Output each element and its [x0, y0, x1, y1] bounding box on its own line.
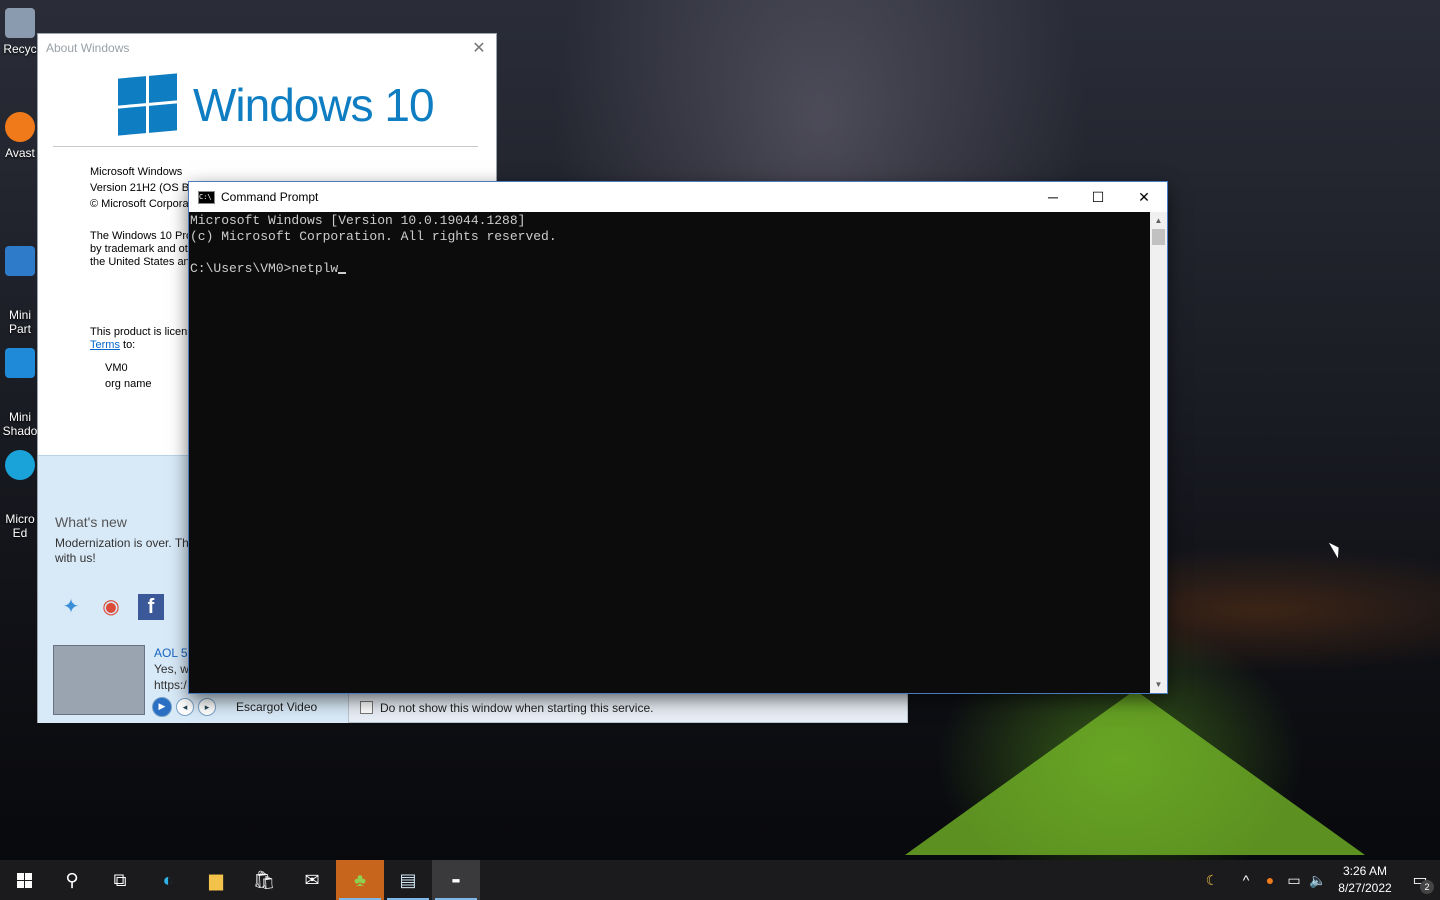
licensed-org: org name [105, 378, 152, 390]
media-label: Escargot Video [236, 700, 318, 714]
volume-icon[interactable]: 🔈 [1306, 872, 1330, 889]
start-button[interactable] [0, 860, 48, 900]
avast-icon [5, 112, 35, 142]
licensed-user: VM0 [105, 362, 128, 374]
dont-show-label: Do not show this window when starting th… [380, 700, 654, 715]
licensee: VM0 org name [105, 360, 151, 392]
previous-icon[interactable]: ◂ [176, 698, 194, 716]
version-text: Version 21H2 (OS Bu [90, 182, 196, 194]
window-icon: ▤ [399, 869, 417, 890]
search-button[interactable]: ⚲ [48, 860, 96, 900]
search-icon: ⚲ [65, 869, 79, 890]
taskbar-command-prompt[interactable]: ▬ [432, 860, 480, 900]
divider [53, 146, 478, 147]
trademark-info: The Windows 10 Pro by trademark and ot t… [90, 230, 192, 269]
date: 8/27/2022 [1338, 881, 1392, 895]
vertical-scrollbar[interactable]: ▲ ▼ [1150, 212, 1167, 693]
console-line: (c) Microsoft Corporation. All rights re… [190, 229, 557, 244]
windows-flag-icon [118, 73, 177, 136]
notification-count: 2 [1420, 880, 1434, 894]
console-prompt: C:\Users\VM0>netplw [190, 261, 339, 276]
dont-show-checkbox[interactable] [360, 701, 373, 714]
desktop-icon-label: Recyc [3, 42, 37, 56]
version-info: Microsoft Windows Version 21H2 (OS Bu © … [90, 164, 195, 212]
desktop-icon-label: Avast [5, 146, 35, 160]
taskbar-escargot[interactable]: ♣ [336, 860, 384, 900]
minitool-partition-icon [5, 246, 35, 276]
taskbar: ⚲ ⧉ ◐ ▆ 🛍 ✉ ♣ ▤ ▬ ☾ ^ ● ▭ 🔈 3:26 AM 8/27… [0, 860, 1440, 900]
dont-show-bar: Do not show this window when starting th… [348, 692, 908, 723]
maximize-icon[interactable]: ☐ [1075, 182, 1121, 212]
mail-icon: ✉ [304, 869, 320, 890]
cmd-icon: ▬ [452, 873, 460, 887]
close-icon[interactable]: ✕ [1121, 182, 1167, 212]
edge-icon [5, 450, 35, 480]
windows-logo: Windows 10 [118, 73, 435, 136]
taskbar-store[interactable]: 🛍 [240, 860, 288, 900]
video-thumbnail[interactable] [53, 645, 145, 715]
taskbar-edge[interactable]: ◐ [144, 860, 192, 900]
scroll-down-icon[interactable]: ▼ [1150, 676, 1167, 693]
console-line: Microsoft Windows [Version 10.0.19044.12… [190, 213, 526, 228]
whats-new-heading: What's new [55, 514, 127, 530]
text-cursor [338, 272, 347, 274]
facebook-icon[interactable]: f [138, 594, 164, 620]
console-output[interactable]: Microsoft Windows [Version 10.0.19044.12… [189, 212, 1149, 693]
trademark-line: by trademark and ot [90, 243, 188, 255]
desktop-icon-label: Micro Ed [5, 512, 35, 540]
task-view-icon: ⧉ [113, 869, 127, 890]
play-icon[interactable]: ▶ [152, 697, 172, 717]
license-info: This product is licens Terms to: [90, 326, 193, 352]
scroll-thumb[interactable] [1152, 229, 1165, 245]
store-icon: 🛍 [252, 869, 276, 890]
tent-wallpaper [905, 690, 1365, 855]
license-to-text: to: [119, 339, 136, 351]
network-icon[interactable]: ▭ [1282, 872, 1306, 889]
taskbar-file-explorer[interactable]: ▆ [192, 860, 240, 900]
system-tray: ☾ ^ ● ▭ 🔈 3:26 AM 8/27/2022 ▭ 2 [1200, 860, 1440, 900]
cmd-title: Command Prompt [221, 190, 319, 204]
next-icon[interactable]: ▸ [198, 698, 216, 716]
edge-icon: ◐ [162, 869, 174, 890]
trademark-line: The Windows 10 Pro [90, 230, 193, 242]
terms-link[interactable]: Terms [90, 339, 120, 351]
action-center-button[interactable]: ▭ 2 [1400, 870, 1440, 894]
close-icon[interactable]: ✕ [468, 38, 490, 60]
license-line: This product is licens [90, 326, 193, 338]
chevron-up-icon[interactable]: ^ [1234, 872, 1258, 888]
desktop-icon-recycle-bin[interactable]: Recyc [0, 8, 40, 56]
avast-tray-icon[interactable]: ● [1258, 872, 1282, 888]
app-icons-row: ✦ ◉ f [58, 594, 164, 620]
desktop-icon-avast[interactable]: Avast [0, 112, 40, 160]
cmd-titlebar[interactable]: C:\ Command Prompt ─ ☐ ✕ [189, 182, 1167, 212]
scroll-up-icon[interactable]: ▲ [1150, 212, 1167, 229]
trademark-line: the United States an [90, 256, 190, 268]
desktop-icon-edge[interactable]: Micro Ed [0, 422, 40, 568]
folder-icon: ▆ [209, 869, 223, 890]
about-title: About Windows [46, 41, 130, 55]
minitool-shadowmaker-icon [5, 348, 35, 378]
clock[interactable]: 3:26 AM 8/27/2022 [1330, 863, 1400, 897]
task-view-button[interactable]: ⧉ [96, 860, 144, 900]
msn-butterfly-icon[interactable]: ✦ [58, 594, 84, 620]
moon-icon[interactable]: ☾ [1200, 872, 1224, 889]
cmd-icon: C:\ [198, 190, 215, 204]
taskbar-about-windows[interactable]: ▤ [384, 860, 432, 900]
time: 3:26 AM [1342, 864, 1388, 878]
windows-start-icon [16, 872, 32, 888]
windows-brand-text: Windows 10 [193, 78, 435, 131]
minimize-icon[interactable]: ─ [1030, 182, 1076, 212]
whats-new-text: Modernization is over. Th with us! [55, 536, 189, 565]
command-prompt-window: C:\ Command Prompt ─ ☐ ✕ Microsoft Windo… [189, 182, 1167, 693]
product-name: Microsoft Windows [90, 166, 183, 178]
about-titlebar: About Windows ✕ [38, 34, 496, 62]
aol-link[interactable]: AOL 5. [154, 646, 191, 660]
escargot-icon: ♣ [354, 869, 366, 890]
recycle-bin-icon [5, 8, 35, 38]
taskbar-mail[interactable]: ✉ [288, 860, 336, 900]
media-controls: ▶ ◂ ▸ Escargot Video [152, 697, 317, 717]
copyright-text: © Microsoft Corpora [90, 198, 189, 210]
chrome-icon[interactable]: ◉ [98, 594, 124, 620]
